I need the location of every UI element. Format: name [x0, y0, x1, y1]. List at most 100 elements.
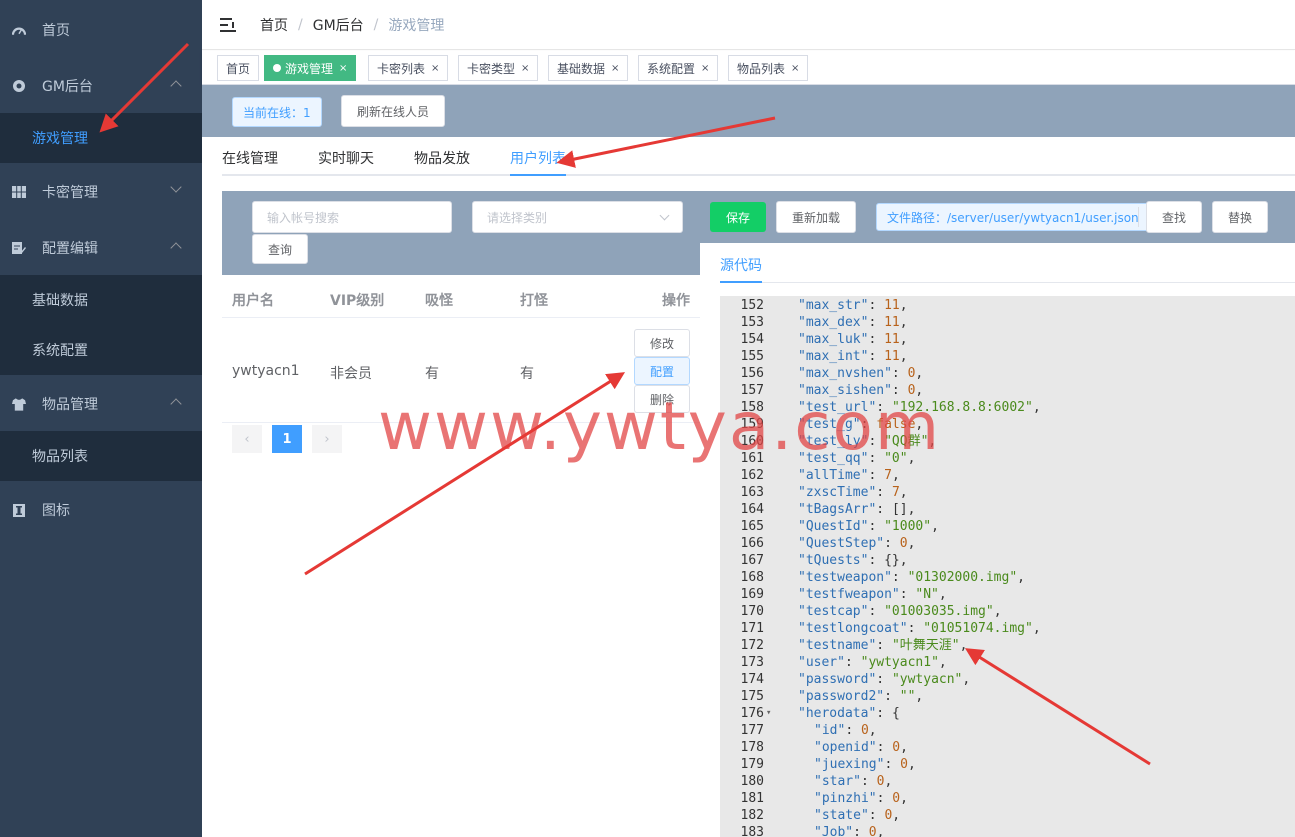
sidebar-item-config-edit[interactable]: 配置编辑 [0, 220, 202, 276]
tag-home[interactable]: 首页 [217, 55, 260, 81]
hamburger-icon[interactable] [220, 17, 236, 32]
close-icon[interactable]: × [521, 63, 529, 74]
sidebar-item-label: 卡密管理 [42, 185, 98, 201]
chevron-up-icon [170, 242, 182, 254]
line-number: 167 [740, 553, 764, 568]
tab-active-indicator [510, 174, 566, 176]
find-button[interactable]: 查找 [1146, 201, 1202, 233]
tab-user-list[interactable]: 用户列表 [510, 148, 566, 168]
close-icon[interactable]: × [611, 63, 619, 74]
sidebar-item-base-data[interactable]: 基础数据 [0, 275, 202, 325]
sidebar-item-item-list[interactable]: 物品列表 [0, 431, 202, 481]
line-number: 175 [740, 689, 764, 704]
info-icon [12, 503, 26, 517]
code-line: 178 "openid": 0, [720, 739, 1295, 756]
save-button[interactable]: 保存 [710, 202, 766, 232]
page-number[interactable]: 1 [272, 425, 302, 453]
type-select[interactable]: 请选择类别 [472, 201, 683, 233]
close-icon[interactable]: × [701, 63, 709, 74]
tags-view: 首页 游戏管理 × 卡密列表 × 卡密类型 × 基础数据 × 系统配置 × 物品列表 × [202, 51, 1295, 85]
line-number: 176 [740, 706, 764, 721]
tag-base-data[interactable]: 基础数据 × [548, 55, 629, 81]
file-path-badge: 文件路径：/server/user/ywtyacn1/user.json [876, 203, 1150, 231]
account-search-input[interactable]: 输入帐号搜索 [252, 201, 452, 233]
line-number: 152 [740, 298, 764, 313]
pagination: ‹ 1 › [232, 425, 342, 455]
code-text: "user": "ywtyacn1", [798, 655, 947, 670]
line-number: 177 [740, 723, 764, 738]
line-number: 180 [740, 774, 764, 789]
close-icon[interactable]: × [791, 63, 799, 74]
code-line: 152 "max_str": 11, [720, 297, 1295, 314]
close-icon[interactable]: × [339, 63, 347, 74]
sidebar-item-game-manage[interactable]: 游戏管理 [0, 113, 202, 163]
code-line: 172 "testname": "叶舞天涯", [720, 637, 1295, 654]
sidebar-item-sys-config[interactable]: 系统配置 [0, 325, 202, 375]
line-number: 166 [740, 536, 764, 551]
query-button[interactable]: 查询 [252, 234, 308, 264]
chevron-down-icon [170, 181, 182, 193]
code-text: "state": 0, [814, 808, 901, 823]
code-line: 175 "password2": "", [720, 688, 1295, 705]
code-text: "password2": "", [798, 689, 924, 704]
code-text: "allTime": 7, [798, 468, 900, 483]
code-line: 164 "tBagsArr": [], [720, 501, 1295, 518]
code-editor[interactable]: 152 "max_str": 11, 153 "max_dex": 11, 154 "ma… [720, 296, 1295, 837]
sidebar-item-label: GM后台 [42, 79, 93, 95]
refresh-online-button[interactable]: 刷新在线人员 [341, 95, 445, 127]
cell-attack: 有 [520, 366, 534, 382]
code-line: 182 "state": 0, [720, 807, 1295, 824]
sidebar-item-home[interactable]: 首页 [0, 2, 202, 58]
watermark: www.ywtya.com [378, 388, 942, 465]
tab-realtime-chat[interactable]: 实时聊天 [318, 148, 374, 168]
line-number: 171 [740, 621, 764, 636]
code-line: 154 "max_luk": 11, [720, 331, 1295, 348]
filter-bar: 输入帐号搜索 请选择类别 查询 [222, 191, 700, 275]
tag-card-list[interactable]: 卡密列表 × [368, 55, 449, 81]
tag-item-list[interactable]: 物品列表 × [728, 55, 809, 81]
reload-button[interactable]: 重新加载 [776, 201, 856, 233]
breadcrumb-item[interactable]: GM后台 [313, 15, 364, 35]
sidebar-item-label: 物品管理 [42, 397, 98, 413]
code-text: "Job": 0, [814, 825, 885, 837]
code-text: "QuestId": "1000", [798, 519, 939, 534]
tab-source-code[interactable]: 源代码 [720, 255, 762, 275]
source-tab-bar: 源代码 [720, 243, 1295, 283]
fold-toggle-icon[interactable]: ▾ [766, 705, 771, 722]
online-bar: 当前在线：1 刷新在线人员 [202, 85, 1295, 137]
tag-label: 卡密列表 [377, 61, 426, 76]
sidebar-item-gm[interactable]: GM后台 [0, 58, 202, 114]
code-text: "max_str": 11, [798, 298, 908, 313]
code-line: 173 "user": "ywtyacn1", [720, 654, 1295, 671]
tab-item-dispatch[interactable]: 物品发放 [414, 148, 470, 168]
config-button[interactable]: 配置 [634, 357, 690, 385]
tab-active-indicator [720, 281, 762, 283]
edit-icon [12, 241, 26, 255]
code-text: "pinzhi": 0, [814, 791, 908, 806]
next-page-button[interactable]: › [312, 425, 342, 453]
code-line: 153 "max_dex": 11, [720, 314, 1295, 331]
tag-card-type[interactable]: 卡密类型 × [458, 55, 539, 81]
chevron-up-icon [170, 80, 182, 92]
tag-sys-config[interactable]: 系统配置 × [638, 55, 719, 81]
code-text: "testname": "叶舞天涯", [798, 638, 968, 653]
sidebar-item-card-manage[interactable]: 卡密管理 [0, 164, 202, 220]
replace-button[interactable]: 替换 [1212, 201, 1268, 233]
tag-game-manage[interactable]: 游戏管理 × [264, 55, 357, 81]
close-icon[interactable]: × [431, 63, 439, 74]
grid-icon [12, 185, 26, 199]
edit-button[interactable]: 修改 [634, 329, 690, 357]
tab-online-manage[interactable]: 在线管理 [222, 148, 278, 168]
tag-label: 基础数据 [557, 61, 606, 76]
sidebar-item-icons[interactable]: 图标 [0, 482, 202, 538]
column-header: 打怪 [520, 293, 548, 309]
tab-bar: 在线管理 实时聊天 物品发放 用户列表 [222, 140, 1295, 176]
divider [1138, 207, 1139, 227]
shirt-icon [12, 397, 26, 411]
prev-page-button[interactable]: ‹ [232, 425, 262, 453]
sidebar-item-item-manage[interactable]: 物品管理 [0, 376, 202, 432]
code-text: "max_nvshen": 0, [798, 366, 924, 381]
breadcrumb-item[interactable]: 首页 [260, 15, 288, 35]
code-text: "openid": 0, [814, 740, 908, 755]
code-text: "tBagsArr": [], [798, 502, 916, 517]
